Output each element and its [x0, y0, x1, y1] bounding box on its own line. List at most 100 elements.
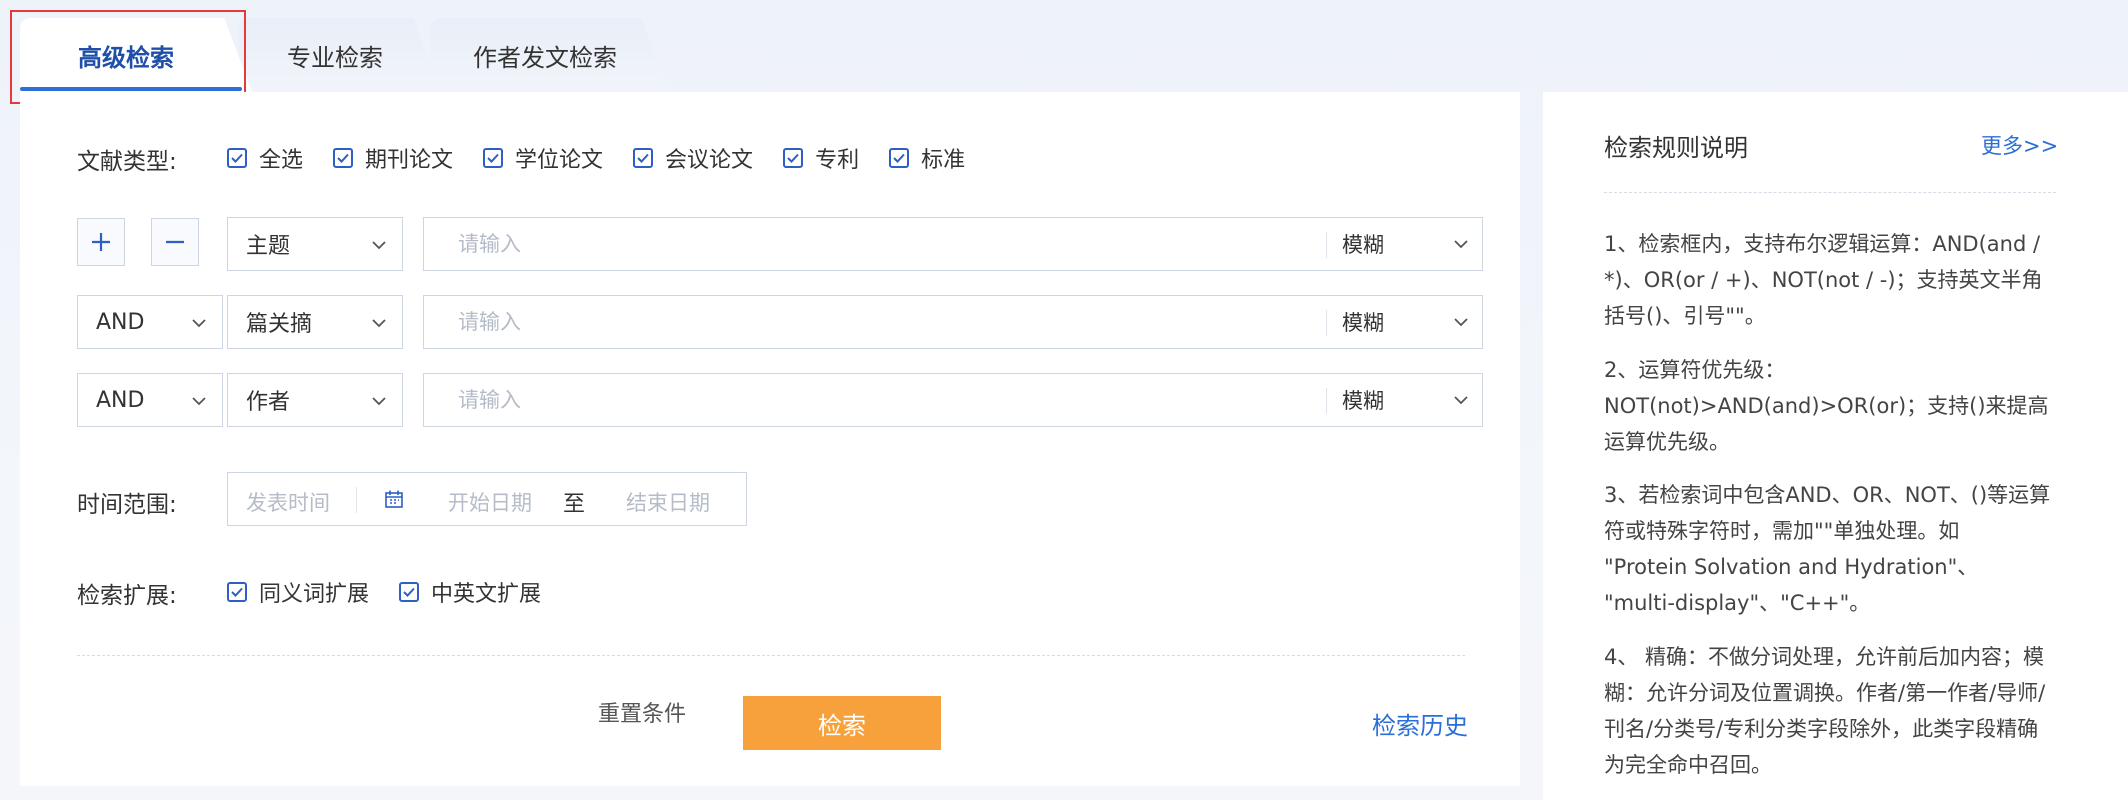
checkbox-label: 专利 — [815, 148, 860, 173]
search-tabs: 高级检索 专业检索 作者发文检索 — [0, 0, 1000, 104]
checkmark-icon[interactable] — [333, 148, 354, 168]
doc-type-label: 文献类型: — [77, 149, 177, 175]
checkmark-icon[interactable] — [399, 582, 420, 602]
date-range-separator: 至 — [563, 492, 586, 517]
more-rules-link[interactable]: 更多>> — [1981, 130, 2058, 160]
minus-icon — [166, 240, 184, 244]
search-button[interactable]: 检索 — [743, 696, 941, 750]
query-input[interactable] — [424, 218, 1304, 270]
match-mode-value: 模糊 — [1342, 311, 1384, 335]
chevron-down-icon — [372, 241, 386, 250]
chevron-down-icon — [372, 397, 386, 406]
checkbox-cn-en-expansion[interactable]: 中英文扩展 — [399, 576, 541, 608]
match-mode-value: 模糊 — [1342, 233, 1384, 257]
end-date-input[interactable]: 结束日期 — [626, 487, 710, 517]
chevron-down-icon — [1454, 318, 1468, 327]
rule-line: 符或特殊字符时，需加""单独处理。如 — [1604, 519, 1960, 543]
rule-line: 括号()、引号""。 — [1604, 304, 1766, 328]
logic-select[interactable]: AND — [77, 373, 223, 427]
rule-line: NOT(not)>AND(and)>OR(or)；支持()来提高 — [1604, 394, 2049, 418]
rule-1: 1、检索框内，支持布尔逻辑运算：AND(and / *)、OR(or / +)、… — [1604, 226, 2064, 334]
tab-author-search[interactable]: 作者发文检索 — [450, 18, 640, 92]
plus-icon — [92, 233, 110, 251]
rule-line: 3、若检索词中包含AND、OR、NOT、()等运算 — [1604, 483, 2051, 507]
checkbox-label: 同义词扩展 — [259, 582, 370, 607]
checkmark-icon[interactable] — [227, 582, 247, 602]
reset-button[interactable]: 重置条件 — [598, 696, 686, 728]
field-select-value: 作者 — [246, 390, 291, 415]
divider — [77, 655, 1465, 656]
checkbox-thesis[interactable]: 学位论文 — [483, 142, 603, 174]
rule-line: *)、OR(or / +)、NOT(not / -)；支持英文半角 — [1604, 268, 2043, 292]
field-select-value: 篇关摘 — [246, 312, 313, 337]
logic-select-value: AND — [96, 309, 145, 335]
rule-line: "Protein Solvation and Hydration"、 — [1604, 555, 1979, 579]
divider — [1326, 232, 1327, 258]
doc-type-checkbox-group: 全选 期刊论文 学位论文 会议论文 专利 标准 — [227, 142, 995, 174]
rule-line: 2、运算符优先级： — [1604, 358, 1786, 382]
rule-line: 4、 精确：不做分词处理，允许前后加内容；模 — [1604, 645, 2045, 669]
chevron-down-icon — [372, 319, 386, 328]
rule-line: 刊名/分类号/专利分类字段除外，此类字段精确 — [1604, 717, 2039, 741]
field-select[interactable]: 主题 — [227, 217, 403, 271]
match-mode-select[interactable]: 模糊 — [1342, 296, 1482, 348]
checkmark-icon[interactable] — [889, 148, 910, 168]
calendar-icon — [385, 490, 403, 508]
search-history-link[interactable]: 检索历史 — [1372, 706, 1468, 741]
divider — [356, 487, 357, 513]
start-date-input[interactable]: 开始日期 — [448, 487, 532, 517]
field-select[interactable]: 作者 — [227, 373, 403, 427]
remove-row-button[interactable] — [151, 218, 199, 266]
rule-2: 2、运算符优先级： NOT(not)>AND(and)>OR(or)；支持()来… — [1604, 352, 2064, 460]
tab-professional-search[interactable]: 专业检索 — [250, 18, 420, 92]
checkbox-journal[interactable]: 期刊论文 — [333, 142, 453, 174]
expansion-label: 检索扩展: — [77, 583, 177, 609]
query-input-box: 模糊 — [423, 295, 1483, 349]
chevron-down-icon — [1454, 240, 1468, 249]
checkmark-icon[interactable] — [483, 148, 504, 168]
logic-select-value: AND — [96, 387, 145, 413]
checkmark-icon[interactable] — [227, 148, 247, 168]
query-input[interactable] — [424, 374, 1304, 426]
search-form-panel: 文献类型: 全选 期刊论文 学位论文 会议论文 专利 标准 主题 请输入 模糊 … — [20, 92, 1520, 786]
rule-line: 为完全命中召回。 — [1604, 753, 1772, 777]
logic-select[interactable]: AND — [77, 295, 223, 349]
checkbox-patent[interactable]: 专利 — [783, 142, 859, 174]
rule-4: 4、 精确：不做分词处理，允许前后加内容；模 糊：允许分词及位置调换。作者/第一… — [1604, 639, 2064, 783]
rule-line: 糊：允许分词及位置调换。作者/第一作者/导师/ — [1604, 681, 2046, 705]
date-type-select[interactable]: 发表时间 — [246, 487, 330, 517]
checkmark-icon[interactable] — [633, 148, 654, 168]
divider — [1326, 388, 1327, 414]
expansion-checkbox-group: 同义词扩展 中英文扩展 — [227, 576, 571, 608]
rule-3: 3、若检索词中包含AND、OR、NOT、()等运算 符或特殊字符时，需加""单独… — [1604, 477, 2064, 621]
field-select[interactable]: 篇关摘 — [227, 295, 403, 349]
divider — [1604, 192, 2056, 193]
date-range-picker: 发表时间 开始日期 至 结束日期 — [227, 472, 747, 526]
match-mode-value: 模糊 — [1342, 389, 1384, 413]
checkbox-standard[interactable]: 标准 — [889, 142, 965, 174]
checkbox-label: 会议论文 — [665, 148, 754, 173]
divider — [1326, 310, 1327, 336]
rule-line: 1、检索框内，支持布尔逻辑运算：AND(and / — [1604, 232, 2041, 256]
checkbox-conference[interactable]: 会议论文 — [633, 142, 753, 174]
query-input-box: 模糊 — [423, 373, 1483, 427]
query-input[interactable] — [424, 296, 1304, 348]
match-mode-select[interactable]: 模糊 — [1342, 218, 1482, 270]
checkmark-icon[interactable] — [783, 148, 804, 168]
rule-line: 运算优先级。 — [1604, 430, 1730, 454]
checkbox-label: 学位论文 — [515, 148, 604, 173]
field-select-value: 主题 — [246, 234, 291, 259]
checkbox-label: 中英文扩展 — [431, 582, 542, 607]
rules-panel: 检索规则说明 更多>> 1、检索框内，支持布尔逻辑运算：AND(and / *)… — [1543, 92, 2128, 800]
rules-panel-title: 检索规则说明 — [1604, 134, 1748, 162]
chevron-down-icon — [1454, 396, 1468, 405]
highlight-box — [10, 10, 246, 104]
rule-line: "multi-display"、"C++"。 — [1604, 591, 1871, 615]
checkbox-label: 期刊论文 — [365, 148, 454, 173]
chevron-down-icon — [192, 397, 206, 406]
checkbox-select-all[interactable]: 全选 — [227, 142, 303, 174]
match-mode-select[interactable]: 模糊 — [1342, 374, 1482, 426]
chevron-down-icon — [192, 319, 206, 328]
checkbox-synonym-expansion[interactable]: 同义词扩展 — [227, 576, 369, 608]
add-row-button[interactable] — [77, 218, 125, 266]
